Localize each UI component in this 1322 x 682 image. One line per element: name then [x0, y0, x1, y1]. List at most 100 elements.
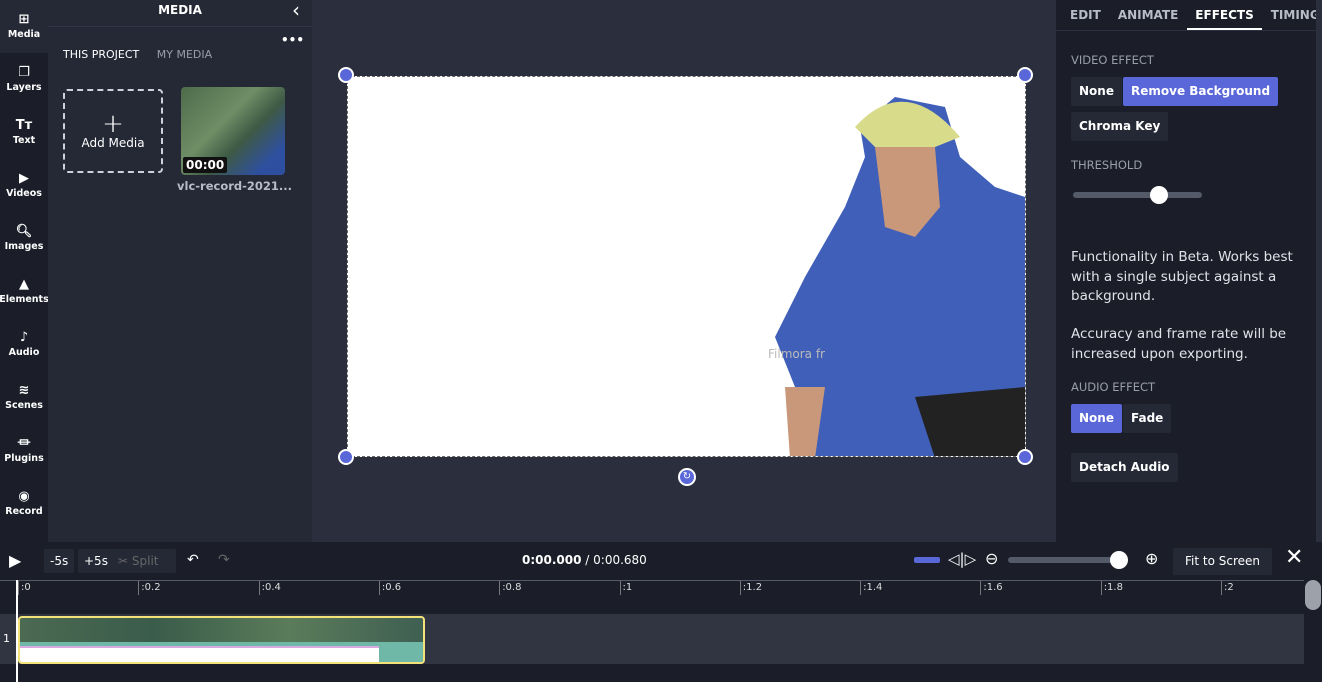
effect-chroma-key-button[interactable]: Chroma Key — [1071, 112, 1169, 141]
sidebar-item-videos[interactable]: ▶ Videos — [0, 159, 48, 212]
time-ruler[interactable]: :0:0.2:0.4:0.6:0.8:1:1.2:1.4:1.6:1.8:2 — [0, 580, 1304, 614]
effect-remove-background-button[interactable]: Remove Background — [1123, 77, 1279, 106]
effect-none-button[interactable]: None — [1071, 77, 1122, 106]
tab-animate[interactable]: ANIMATE — [1118, 0, 1178, 30]
left-rail: ⊞ Media ❐ Layers Tт Text ▶ Videos 🔍︎ Images ▲ Eleme… — [0, 0, 49, 542]
ruler-tick: :1.2 — [739, 581, 762, 595]
media-plus-icon: ⊞ — [18, 12, 30, 27]
media-filename: vlc-record-2021... — [177, 179, 293, 193]
video-canvas[interactable]: Filmora fr — [347, 76, 1026, 457]
tab-timing[interactable]: TIMING — [1271, 0, 1320, 30]
sidebar-item-label: Text — [12, 135, 36, 146]
sidebar-item-layers[interactable]: ❐ Layers — [0, 53, 48, 106]
threshold-slider-knob[interactable] — [1150, 186, 1169, 204]
sidebar-item-label: Images — [4, 241, 44, 252]
search-icon: 🔍︎ — [15, 224, 33, 239]
threshold-slider[interactable] — [1073, 186, 1202, 204]
panel-scrollbar[interactable] — [1316, 0, 1322, 542]
tab-this-project[interactable]: THIS PROJECT — [63, 48, 139, 61]
divider — [48, 26, 312, 27]
zoom-in-icon[interactable]: ⊕ — [1145, 549, 1158, 568]
ruler-tick: :1.6 — [980, 581, 1003, 595]
redo-icon[interactable]: ↷ — [218, 552, 230, 568]
text-icon: Tт — [15, 118, 33, 133]
plug-icon: ⏛ — [17, 436, 31, 451]
sidebar-item-record[interactable]: ◉ Record — [0, 477, 48, 530]
split-view-icon[interactable]: ◁|▷ — [948, 550, 976, 568]
playhead[interactable] — [16, 580, 18, 682]
ruler-tick: :0.2 — [138, 581, 161, 595]
sidebar-item-label: Layers — [6, 82, 42, 93]
media-thumbnail[interactable]: 00:00 — [181, 87, 285, 175]
media-panel: MEDIA ‹ ••• THIS PROJECT MY MEDIA + Add … — [48, 0, 312, 542]
fit-to-screen-button[interactable]: Fit to Screen — [1173, 548, 1272, 575]
close-timeline-icon[interactable]: ✕ — [1285, 545, 1303, 570]
sidebar-item-label: Audio — [8, 347, 40, 358]
tab-effects[interactable]: EFFECTS — [1187, 0, 1262, 30]
media-title: MEDIA — [158, 3, 202, 17]
sidebar-item-audio[interactable]: ♪ Audio — [0, 318, 48, 371]
watermark: Filmora fr — [768, 347, 825, 361]
sidebar-item-label: Scenes — [5, 400, 43, 411]
beta-note: Functionality in Beta. Works best with a… — [1071, 249, 1293, 304]
tab-my-media[interactable]: MY MEDIA — [157, 48, 212, 61]
ruler-tick: :0.4 — [258, 581, 281, 595]
more-options-icon[interactable]: ••• — [281, 33, 304, 47]
properties-panel: EDIT ANIMATE EFFECTS TIMING VIDEO EFFECT… — [1056, 0, 1320, 542]
tab-edit[interactable]: EDIT — [1070, 0, 1101, 30]
track-row: 1 — [0, 614, 1304, 664]
sidebar-item-elements[interactable]: ▲ Elements — [0, 265, 49, 318]
canvas-stage: Filmora fr ↻ — [312, 0, 1056, 542]
total-time: / 0:00.680 — [585, 553, 647, 567]
audio-none-button[interactable]: None — [1071, 404, 1122, 433]
audio-effect-label: AUDIO EFFECT — [1071, 380, 1156, 394]
sidebar-item-media[interactable]: ⊞ Media — [0, 0, 48, 53]
sidebar-item-images[interactable]: 🔍︎ Images — [0, 212, 48, 265]
timeline-scrollbar[interactable] — [1304, 580, 1322, 682]
zoom-slider-knob[interactable] — [1110, 551, 1128, 569]
back-5s-button[interactable]: -5s — [44, 549, 75, 573]
sidebar-item-label: Media — [7, 29, 41, 40]
sidebar-item-scenes[interactable]: ≋ Scenes — [0, 371, 48, 424]
accuracy-note: Accuracy and frame rate will be increase… — [1071, 326, 1287, 362]
snap-icon[interactable] — [914, 557, 940, 563]
ruler-tick: :0.6 — [378, 581, 401, 595]
sidebar-item-label: Record — [5, 506, 43, 517]
collapse-chevron-icon[interactable]: ‹ — [292, 0, 300, 22]
scissors-icon: ✂ — [118, 554, 132, 568]
audio-fade-button[interactable]: Fade — [1123, 404, 1172, 433]
current-time: 0:00.000 — [522, 553, 582, 567]
subject-image — [775, 97, 1025, 456]
timeline: ▶ -5s +5s ✂ Split ↶ ↷ 0:00.000 / 0:00.68… — [0, 542, 1322, 682]
ruler-tick: :1.4 — [860, 581, 882, 595]
split-button[interactable]: ✂ Split — [112, 549, 176, 573]
timeline-zoom-slider[interactable] — [1008, 551, 1128, 569]
video-icon: ▶ — [19, 171, 29, 186]
plus-icon: + — [102, 109, 124, 139]
ruler-tick: :1.8 — [1100, 581, 1123, 595]
shapes-icon: ▲ — [19, 277, 29, 292]
undo-icon[interactable]: ↶ — [187, 552, 199, 568]
sidebar-item-text[interactable]: Tт Text — [0, 106, 48, 159]
resize-handle-br[interactable] — [1017, 449, 1033, 465]
video-clip[interactable] — [18, 616, 425, 664]
ruler-tick: :0.8 — [499, 581, 521, 595]
video-effect-label: VIDEO EFFECT — [1071, 53, 1154, 67]
detach-audio-button[interactable]: Detach Audio — [1071, 453, 1178, 482]
resize-handle-tr[interactable] — [1017, 67, 1033, 83]
audio-waveform — [20, 642, 423, 662]
zoom-out-icon[interactable]: ⊖ — [985, 549, 998, 568]
track-number: 1 — [3, 632, 10, 645]
layers-icon: ❐ — [18, 65, 30, 80]
media-duration: 00:00 — [183, 157, 228, 173]
forward-5s-button[interactable]: +5s — [78, 549, 114, 573]
resize-handle-tl[interactable] — [338, 67, 354, 83]
resize-handle-bl[interactable] — [338, 449, 354, 465]
ruler-tick: :1 — [619, 581, 632, 595]
ruler-tick: :2 — [1221, 581, 1234, 595]
rotate-handle-icon[interactable]: ↻ — [678, 468, 696, 486]
add-media-button[interactable]: + Add Media — [63, 89, 163, 173]
threshold-label: THRESHOLD — [1071, 158, 1143, 172]
sidebar-item-plugins[interactable]: ⏛ Plugins — [0, 424, 48, 477]
play-icon[interactable]: ▶ — [9, 551, 21, 570]
